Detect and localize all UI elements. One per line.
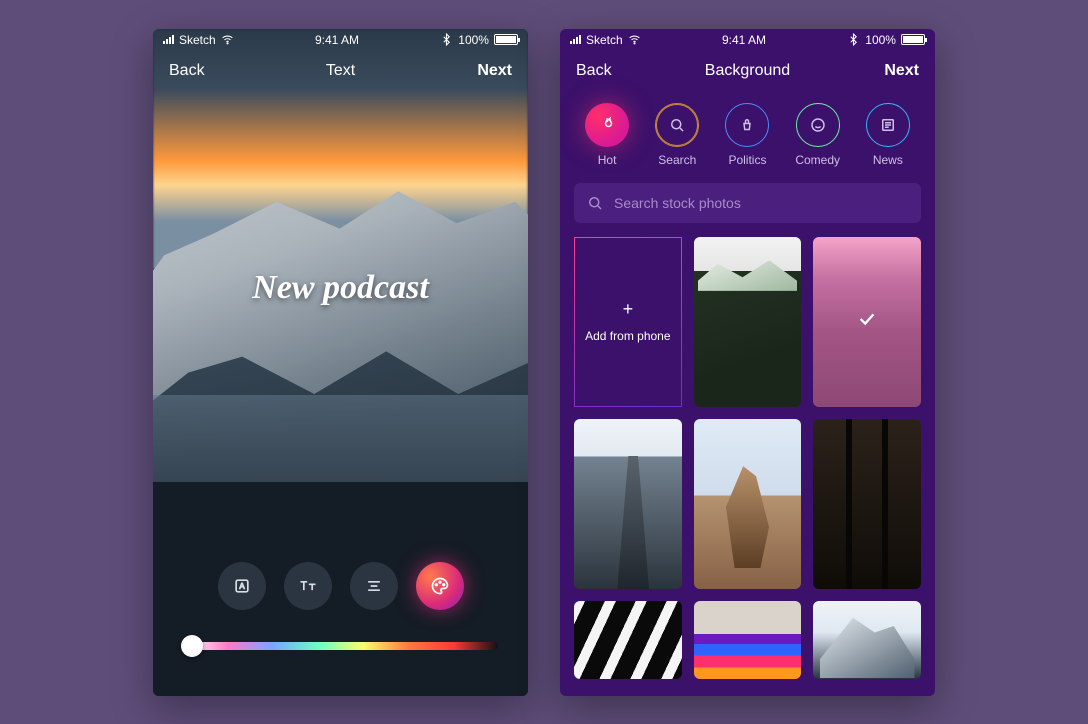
clock-label: 9:41 AM [722, 33, 766, 47]
nav-bar: Back Text Next [153, 51, 528, 91]
wifi-icon [221, 33, 234, 46]
thumb-image [694, 237, 802, 407]
category-hot[interactable]: Hot [577, 103, 637, 167]
screen-text-editor: Sketch 9:41 AM 100% Back Text Next New p… [153, 29, 528, 696]
search-bar[interactable] [574, 183, 921, 223]
photo-tile-road[interactable] [574, 419, 682, 589]
thumb-image [813, 601, 921, 679]
smile-icon [809, 116, 827, 134]
photo-tile-sunset[interactable] [813, 237, 921, 407]
text-toolbar [153, 562, 528, 610]
thumb-image [574, 419, 682, 589]
screen-background-picker: Sketch 9:41 AM 100% Back Background Next… [560, 29, 935, 696]
photo-tile-peak[interactable] [813, 601, 921, 679]
photo-tile-glitch[interactable] [694, 601, 802, 679]
search-icon [668, 116, 686, 134]
palette-icon [430, 576, 450, 596]
bluetooth-icon [440, 33, 453, 46]
check-icon [856, 308, 878, 335]
font-icon [232, 576, 252, 596]
status-bar: Sketch 9:41 AM 100% [560, 29, 935, 51]
signal-icon [163, 35, 174, 44]
category-label: Search [658, 153, 696, 167]
thumb-image [694, 601, 802, 679]
category-label: News [873, 153, 903, 167]
category-label: Comedy [795, 153, 840, 167]
clock-label: 9:41 AM [315, 33, 359, 47]
photo-tile-forest[interactable] [694, 237, 802, 407]
search-icon [586, 194, 604, 212]
category-label: Hot [598, 153, 617, 167]
category-comedy[interactable]: Comedy [788, 103, 848, 167]
align-button[interactable] [350, 562, 398, 610]
photo-tile-dark[interactable] [813, 419, 921, 589]
photo-tile-rock[interactable] [694, 419, 802, 589]
podium-icon [738, 116, 756, 134]
photo-grid: + Add from phone [560, 237, 935, 693]
category-search[interactable]: Search [647, 103, 707, 167]
align-center-icon [364, 576, 384, 596]
color-slider[interactable] [183, 642, 498, 664]
carrier-label: Sketch [179, 33, 216, 47]
page-title: Text [153, 62, 528, 80]
battery-percent: 100% [458, 33, 489, 47]
nav-bar: Back Background Next [560, 51, 935, 91]
battery-icon [901, 34, 925, 45]
status-bar: Sketch 9:41 AM 100% [153, 29, 528, 51]
canvas-text[interactable]: New podcast [153, 269, 528, 307]
slider-track [183, 642, 498, 650]
signal-icon [570, 35, 581, 44]
text-size-icon [298, 576, 318, 596]
color-button[interactable] [416, 562, 464, 610]
wifi-icon [628, 33, 641, 46]
next-button[interactable]: Next [884, 62, 919, 80]
category-row: Hot Search Politics Comedy News [560, 91, 935, 177]
slider-thumb[interactable] [181, 635, 203, 657]
thumb-image [694, 419, 802, 589]
add-from-phone-tile[interactable]: + Add from phone [574, 237, 682, 407]
size-button[interactable] [284, 562, 332, 610]
category-politics[interactable]: Politics [717, 103, 777, 167]
back-button[interactable]: Back [576, 62, 612, 80]
back-button[interactable]: Back [169, 62, 205, 80]
battery-icon [494, 34, 518, 45]
page-title: Background [560, 62, 935, 80]
flame-icon [598, 116, 616, 134]
plus-icon: + [623, 299, 634, 320]
category-label: Politics [728, 153, 766, 167]
next-button[interactable]: Next [477, 62, 512, 80]
battery-percent: 100% [865, 33, 896, 47]
font-button[interactable] [218, 562, 266, 610]
thumb-image [813, 419, 921, 589]
carrier-label: Sketch [586, 33, 623, 47]
news-icon [879, 116, 897, 134]
category-news[interactable]: News [858, 103, 918, 167]
thumb-image [574, 601, 682, 679]
bluetooth-icon [847, 33, 860, 46]
add-tile-label: Add from phone [585, 328, 670, 345]
photo-tile-bw[interactable] [574, 601, 682, 679]
search-input[interactable] [614, 195, 909, 211]
